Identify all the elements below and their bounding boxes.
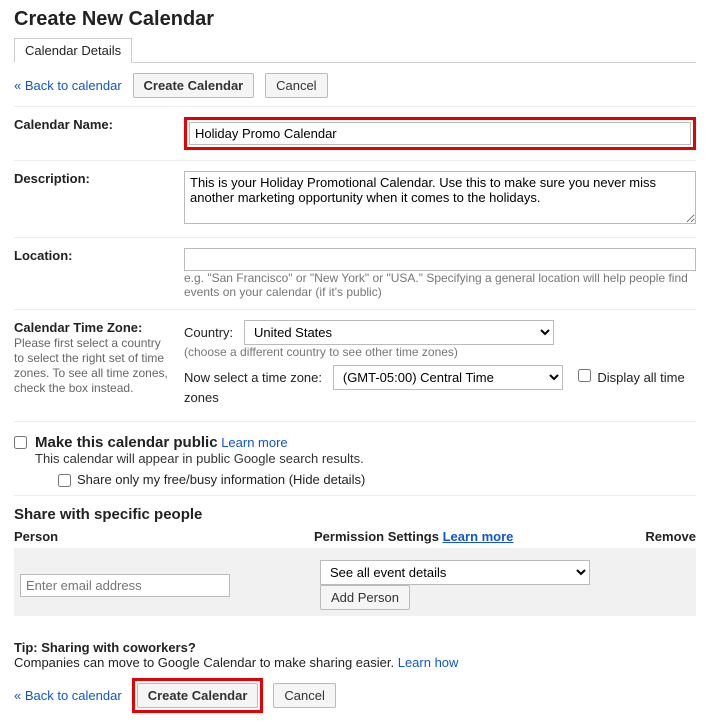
share-section: Share with specific people Person Permis…: [14, 495, 696, 616]
share-perm-learn-more-link[interactable]: Learn more: [443, 529, 514, 544]
timezone-country-row: Country: United States (choose a differe…: [184, 320, 696, 359]
share-remove-header: Remove: [614, 529, 696, 544]
back-to-calendar-link-bottom[interactable]: « Back to calendar: [14, 688, 122, 703]
share-freebusy-checkbox[interactable]: [58, 474, 71, 487]
tabrow: Calendar Details: [14, 37, 696, 63]
top-action-row: « Back to calendar Create Calendar Cance…: [14, 73, 696, 98]
share-input-row: See all event details Add Person: [20, 560, 690, 610]
tip-learn-how-link[interactable]: Learn how: [398, 655, 459, 670]
share-heading: Share with specific people: [14, 506, 696, 523]
location-label: Location:: [14, 248, 184, 299]
share-permission-select[interactable]: See all event details: [320, 560, 590, 585]
share-perm-header: Permission Settings: [314, 529, 439, 544]
calendar-name-section: Calendar Name:: [14, 106, 696, 160]
make-public-label: Make this calendar public: [35, 434, 218, 451]
calendar-name-input[interactable]: [189, 122, 691, 145]
timezone-country-hint: (choose a different country to see other…: [184, 345, 696, 359]
location-input[interactable]: [184, 248, 696, 271]
cancel-button-bottom[interactable]: Cancel: [273, 683, 335, 708]
timezone-select-label: Now select a time zone:: [184, 370, 322, 385]
create-calendar-highlight: Create Calendar: [132, 678, 264, 713]
cancel-button-top[interactable]: Cancel: [265, 73, 327, 98]
tip-section: Tip: Sharing with coworkers? Companies c…: [14, 640, 696, 670]
add-person-button[interactable]: Add Person: [320, 585, 410, 610]
make-public-checkbox[interactable]: [14, 436, 27, 449]
timezone-country-label: Country:: [184, 325, 233, 340]
create-calendar-button-top[interactable]: Create Calendar: [133, 73, 255, 98]
share-person-header: Person: [14, 529, 314, 544]
back-to-calendar-link[interactable]: « Back to calendar: [14, 78, 122, 93]
make-public-hint: This calendar will appear in public Goog…: [35, 451, 364, 466]
calendar-name-label: Calendar Name:: [14, 117, 184, 150]
share-email-input[interactable]: [20, 574, 230, 597]
tip-text: Companies can move to Google Calendar to…: [14, 655, 398, 670]
make-public-section: Make this calendar public Learn more Thi…: [14, 421, 696, 495]
display-all-timezones-checkbox[interactable]: [578, 369, 591, 382]
timezone-select[interactable]: (GMT-05:00) Central Time: [333, 365, 563, 390]
calendar-name-highlight: [184, 117, 696, 150]
timezone-label: Calendar Time Zone:: [14, 320, 142, 335]
make-public-learn-more-link[interactable]: Learn more: [221, 435, 287, 450]
page-title: Create New Calendar: [14, 8, 696, 31]
share-input-row-container: See all event details Add Person: [14, 548, 696, 616]
tip-heading: Tip: Sharing with coworkers?: [14, 640, 196, 655]
location-hint: e.g. "San Francisco" or "New York" or "U…: [184, 271, 696, 299]
bottom-action-row: « Back to calendar Create Calendar Cance…: [14, 678, 696, 713]
timezone-country-select[interactable]: United States: [244, 320, 554, 345]
location-section: Location: e.g. "San Francisco" or "New Y…: [14, 237, 696, 309]
timezone-section: Calendar Time Zone: Please first select …: [14, 309, 696, 421]
description-textarea[interactable]: [184, 171, 696, 224]
description-label: Description:: [14, 171, 184, 227]
timezone-sublabel: Please first select a country to select …: [14, 336, 168, 395]
timezone-select-row: Now select a time zone: (GMT-05:00) Cent…: [184, 365, 696, 405]
share-freebusy-label: Share only my free/busy information (Hid…: [77, 472, 365, 487]
share-header-row: Person Permission Settings Learn more Re…: [14, 529, 696, 544]
create-calendar-button-bottom[interactable]: Create Calendar: [137, 683, 259, 708]
description-section: Description:: [14, 160, 696, 237]
tab-calendar-details[interactable]: Calendar Details: [14, 38, 132, 63]
